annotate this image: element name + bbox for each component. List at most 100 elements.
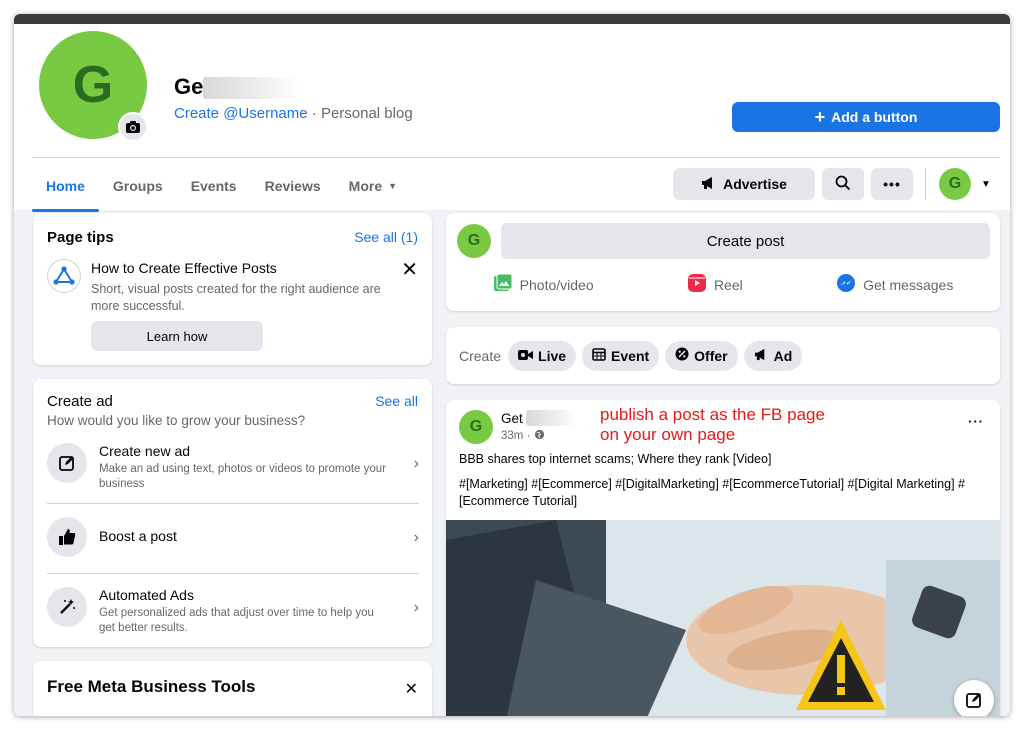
page-category: · Personal blog [307,105,413,122]
page-header: G Ge Create @Username · Personal blog + … [14,24,1010,212]
tab-label: Groups [112,178,163,194]
item-title: Boost a post [99,528,177,544]
edit-icon [47,443,87,483]
post-author[interactable]: Get [501,410,576,426]
create-ad-card: Create ad See all How would you like to … [33,379,432,647]
ellipsis-icon: ••• [883,176,901,192]
composer-card: G Create post Photo/video Reel Get messa… [446,213,1000,311]
search-button[interactable] [822,168,864,200]
action-label: Get messages [863,276,954,293]
post-image[interactable] [446,520,1000,716]
create-username-link[interactable]: Create @Username [174,105,308,122]
plus-icon: + [814,107,826,127]
tab-reviews[interactable]: Reviews [251,162,335,210]
item-title: Create new ad [99,443,191,459]
ad-chip[interactable]: Ad [743,340,803,371]
meta-tools-card: Free Meta Business Tools ✕ [33,661,432,716]
tip-description: Short, visual posts created for the righ… [91,282,381,313]
tab-groups[interactable]: Groups [99,162,177,210]
tab-label: Reviews [264,178,321,194]
close-icon[interactable]: ✕ [401,257,418,282]
page-title-text: Ge [174,74,204,99]
tab-home[interactable]: Home [32,162,99,212]
composer-actions: Photo/video Reel Get messages [446,273,1000,296]
automated-ads-item[interactable]: Automated Ads Get personalized ads that a… [47,587,419,636]
tab-label: Home [46,178,85,194]
live-chip[interactable]: Live [508,340,577,371]
post-avatar[interactable]: G [459,410,493,444]
create-post-button[interactable]: Create post [501,223,990,259]
post-card: G Get 33m · ··· BBB shares top internet … [446,400,1000,716]
top-strip [14,14,1010,24]
chip-label: Live [538,347,567,364]
camera-icon[interactable] [118,112,148,142]
toolbar-divider [925,168,926,200]
caret-down-icon: ▼ [388,181,398,191]
tab-label: More [348,178,383,194]
add-a-button[interactable]: + Add a button [732,102,1000,132]
chevron-right-icon: › [413,599,419,616]
meta-tools-title: Free Meta Business Tools [47,677,256,696]
create-ad-subtitle: How would you like to grow your business… [47,413,306,428]
reel-action[interactable]: Reel [687,273,743,296]
thumbs-up-icon [47,517,87,557]
reel-icon [687,273,707,296]
action-label: Reel [713,276,743,293]
photo-video-action[interactable]: Photo/video [493,273,594,296]
caret-down-icon[interactable]: ▼ [981,179,991,190]
get-messages-action[interactable]: Get messages [836,273,953,296]
create-bar: Create Live Event Offer Ad [446,327,1000,384]
learn-how-button[interactable]: Learn how [91,321,263,351]
chip-label: Event [611,347,650,364]
megaphone-icon [701,176,717,193]
page-title: Ge [174,74,300,100]
page-tips-card: Page tips See all (1) How to Create Effe… [33,213,432,365]
close-icon[interactable]: ✕ [405,679,418,699]
annotation-text: publish a post as the FB page on your ow… [600,405,825,445]
post-author-name: Get [501,410,523,426]
item-title: Automated Ads [99,587,194,603]
laptop-typing-image [446,520,1000,716]
tab-more[interactable]: More ▼ [335,162,411,210]
annotation-line: on your own page [600,425,736,444]
search-icon [835,175,851,194]
post-headline: BBB shares top internet scams; Where the… [459,452,772,466]
learn-how-label: Learn how [146,328,208,344]
calendar-icon [592,347,606,364]
tab-events[interactable]: Events [177,162,251,210]
more-options-button[interactable]: ••• [871,168,913,200]
add-button-label: Add a button [831,109,918,125]
composer-avatar[interactable]: G [457,224,491,258]
redacted-name [203,77,300,100]
item-divider [47,503,419,504]
create-post-label: Create post [706,232,785,250]
tip-title: How to Create Effective Posts [91,260,277,276]
offer-chip[interactable]: Offer [665,340,738,371]
app-window: G Ge Create @Username · Personal blog + … [14,14,1010,716]
page-tips-see-all[interactable]: See all (1) [354,229,418,245]
tab-label: Events [190,178,237,194]
item-desc: Get personalized ads that adjust over ti… [99,607,374,634]
chevron-right-icon: › [413,529,419,546]
post-time[interactable]: 33m · [501,429,545,442]
compose-edit-icon[interactable] [954,680,994,716]
advertise-button[interactable]: Advertise [673,168,815,200]
redacted-name [525,410,576,426]
chip-label: Offer [694,347,728,364]
profile-avatar[interactable]: G [939,168,971,200]
messenger-icon [836,273,856,296]
create-new-ad-item[interactable]: Create new ad Make an ad using text, phot… [47,443,419,492]
megaphone-icon [754,348,769,364]
page-tabs: Home Groups Events Reviews More ▼ [32,162,411,212]
create-ad-see-all[interactable]: See all [375,393,418,409]
advertise-label: Advertise [723,176,787,192]
create-bar-label: Create [459,347,502,364]
boost-post-item[interactable]: Boost a post › [47,517,419,557]
post-more-icon[interactable]: ··· [968,414,984,429]
page-subline: Create @Username · Personal blog [174,105,413,122]
page-tips-title: Page tips [47,229,114,246]
header-divider [32,157,1000,158]
post-time-text: 33m · [501,430,534,442]
globe-icon [534,429,545,442]
event-chip[interactable]: Event [582,340,660,371]
